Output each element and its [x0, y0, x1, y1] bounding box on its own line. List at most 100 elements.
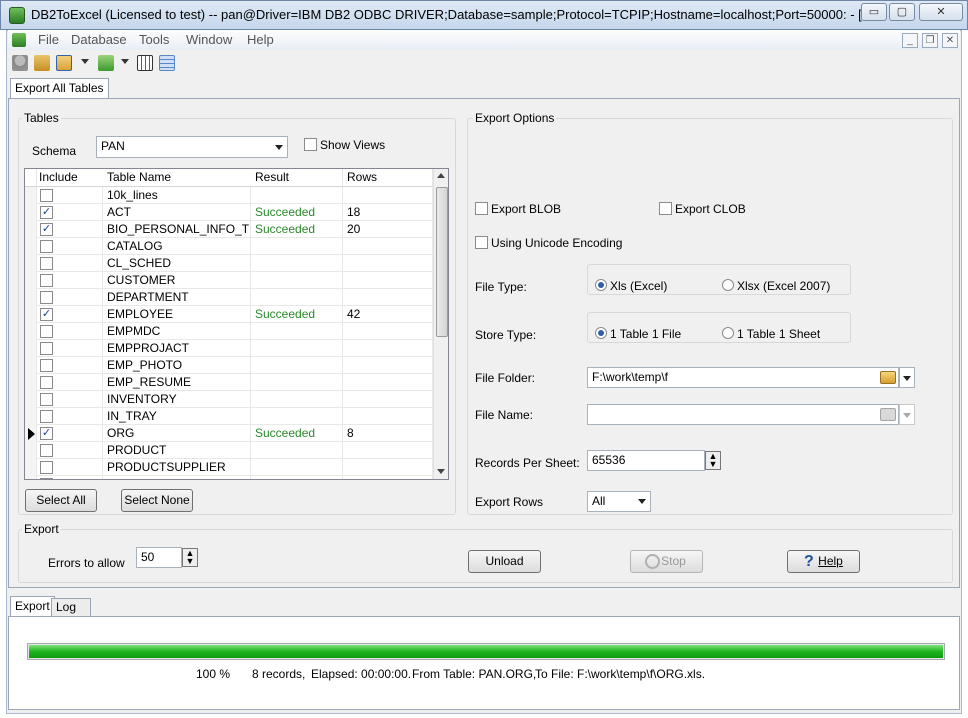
file-name-input[interactable] [587, 404, 899, 425]
show-views-checkbox[interactable] [304, 138, 317, 151]
grid-scrollbar[interactable] [433, 169, 448, 479]
stop-button[interactable]: Stop [630, 550, 703, 573]
row-header[interactable] [25, 391, 37, 408]
table-row[interactable]: PRODUCT... [25, 476, 433, 479]
select-all-button[interactable]: Select All [25, 489, 97, 512]
tables-grid[interactable]: Include Table Name Result Rows 10k_lines… [24, 168, 449, 480]
table-row[interactable]: EMP_PHOTO [25, 357, 433, 374]
row-header[interactable] [25, 289, 37, 306]
export-clob-checkbox[interactable] [659, 202, 672, 215]
file-name-dropdown[interactable] [899, 404, 915, 425]
table-row[interactable]: ✓ ORG Succeeded 8 [25, 425, 433, 442]
include-checkbox[interactable] [40, 325, 53, 338]
folder-icon[interactable] [880, 408, 896, 421]
table-row[interactable]: DEPARTMENT [25, 289, 433, 306]
errors-stepper[interactable]: ▲ ▼ [182, 548, 198, 567]
table-row[interactable]: 10k_lines [25, 187, 433, 204]
include-checkbox[interactable] [40, 461, 53, 474]
records-stepper[interactable]: ▲ ▼ [705, 451, 721, 470]
table-row[interactable]: ✓ EMPLOYEE Succeeded 42 [25, 306, 433, 323]
row-header[interactable] [25, 408, 37, 425]
row-header[interactable] [25, 357, 37, 374]
row-header[interactable] [25, 306, 37, 323]
table-row[interactable]: EMPMDC [25, 323, 433, 340]
table-row[interactable]: EMP_RESUME [25, 374, 433, 391]
row-header[interactable] [25, 221, 37, 238]
row-header[interactable] [25, 459, 37, 476]
schema-select[interactable]: PAN [96, 136, 288, 158]
scroll-down-icon[interactable] [437, 469, 445, 474]
select-none-button[interactable]: Select None [121, 489, 193, 512]
include-checkbox[interactable] [40, 274, 53, 287]
row-header[interactable] [25, 340, 37, 357]
row-header[interactable] [25, 238, 37, 255]
xlsx-radio[interactable] [722, 279, 734, 291]
include-checkbox[interactable] [40, 393, 53, 406]
include-checkbox[interactable] [40, 342, 53, 355]
mdi-minimize-button[interactable]: _ [902, 33, 918, 48]
window-icon[interactable] [98, 55, 114, 71]
table-row[interactable]: CUSTOMER [25, 272, 433, 289]
column-header-include[interactable]: Include [37, 169, 107, 187]
minimize-button[interactable]: ▭ [861, 3, 887, 21]
menu-database[interactable]: Database [71, 32, 127, 47]
include-checkbox[interactable] [40, 376, 53, 389]
column-header-result[interactable]: Result [251, 169, 343, 187]
file-folder-dropdown[interactable] [899, 367, 915, 388]
row-header[interactable] [25, 187, 37, 204]
errors-input[interactable]: 50 [136, 547, 182, 568]
unload-button[interactable]: Unload [468, 550, 541, 573]
menu-help[interactable]: Help [247, 32, 274, 47]
unicode-checkbox[interactable] [475, 236, 488, 249]
row-header[interactable] [25, 374, 37, 391]
report-icon[interactable] [137, 55, 153, 71]
menu-file[interactable]: File [38, 32, 59, 47]
row-header[interactable] [25, 272, 37, 289]
row-header[interactable] [25, 204, 37, 221]
xls-radio[interactable] [595, 279, 607, 291]
include-checkbox[interactable]: ✓ [40, 308, 53, 321]
scrollbar-thumb[interactable] [436, 187, 448, 337]
menu-window[interactable]: Window [186, 32, 232, 47]
table-row[interactable]: IN_TRAY [25, 408, 433, 425]
include-checkbox[interactable] [40, 189, 53, 202]
menu-tools[interactable]: Tools [139, 32, 169, 47]
scroll-up-icon[interactable] [437, 173, 445, 178]
connect-icon[interactable] [12, 55, 28, 71]
table-row[interactable]: ✓ BIO_PERSONAL_INFO_T Succeeded 20 [25, 221, 433, 238]
table-row[interactable]: INVENTORY [25, 391, 433, 408]
mdi-restore-button[interactable]: ❐ [922, 33, 938, 48]
mdi-close-button[interactable]: ✕ [942, 33, 958, 48]
row-header[interactable] [25, 323, 37, 340]
row-header[interactable] [25, 476, 37, 479]
row-header[interactable] [25, 442, 37, 459]
column-header-table-name[interactable]: Table Name [103, 169, 253, 187]
column-header-rows[interactable]: Rows [343, 169, 433, 187]
table-row[interactable]: PRODUCT [25, 442, 433, 459]
maximize-button[interactable]: ▢ [889, 3, 915, 21]
table-row[interactable]: CL_SCHED [25, 255, 433, 272]
include-checkbox[interactable] [40, 478, 53, 479]
include-checkbox[interactable] [40, 359, 53, 372]
include-checkbox[interactable]: ✓ [40, 206, 53, 219]
include-checkbox[interactable] [40, 240, 53, 253]
tab-log[interactable]: Log [51, 598, 91, 616]
row-header[interactable] [25, 425, 37, 442]
include-checkbox[interactable]: ✓ [40, 223, 53, 236]
export-blob-checkbox[interactable] [475, 202, 488, 215]
folder-icon[interactable] [880, 371, 896, 384]
include-checkbox[interactable]: ✓ [40, 427, 53, 440]
help-button[interactable]: ? Help [787, 550, 860, 573]
records-per-sheet-input[interactable]: 65536 [587, 450, 705, 471]
chevron-down-icon[interactable] [121, 59, 129, 64]
table-row[interactable]: EMPPROJACT [25, 340, 433, 357]
include-checkbox[interactable] [40, 410, 53, 423]
tab-export[interactable]: Export [10, 596, 55, 617]
table-row[interactable]: CATALOG [25, 238, 433, 255]
include-checkbox[interactable] [40, 291, 53, 304]
include-checkbox[interactable] [40, 257, 53, 270]
export-rows-select[interactable]: All [587, 491, 651, 512]
tab-export-all-tables[interactable]: Export All Tables [10, 78, 109, 99]
table-row[interactable]: PRODUCTSUPPLIER [25, 459, 433, 476]
disconnect-icon[interactable] [34, 55, 50, 71]
